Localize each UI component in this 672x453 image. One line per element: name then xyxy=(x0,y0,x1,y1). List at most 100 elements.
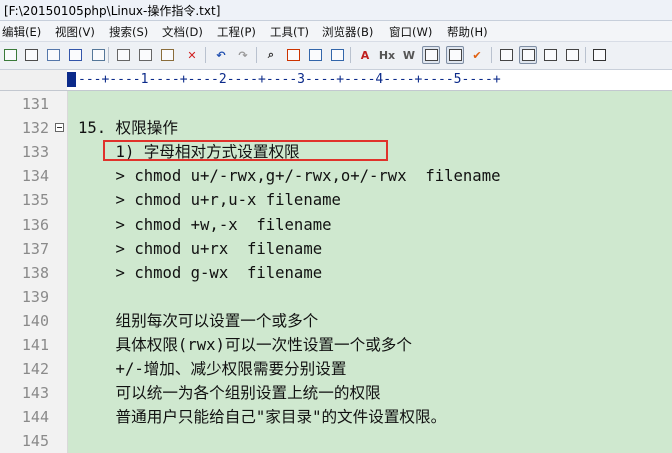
editor-line[interactable]: 145 xyxy=(0,429,672,453)
column-mode-icon[interactable] xyxy=(446,46,464,64)
menu-item-4[interactable]: 工程(P) xyxy=(217,24,256,40)
menu-item-1[interactable]: 视图(V) xyxy=(55,24,95,40)
editor-line[interactable]: 135 > chmod u+r,u-x filename xyxy=(0,188,672,212)
line-number: 143 xyxy=(21,384,49,403)
font-icon-glyph: A xyxy=(360,48,370,62)
editor-line[interactable]: 131 xyxy=(0,92,672,116)
toolbar-separator xyxy=(585,47,586,63)
line-number: 137 xyxy=(21,239,49,258)
replace-icon-shape xyxy=(286,49,300,61)
editor-line[interactable]: 132 15. 权限操作 xyxy=(0,116,672,140)
toolbar-separator xyxy=(350,47,351,63)
line-number: 134 xyxy=(21,167,49,186)
ruler-text: ---+----1----+----2----+----3----+----4-… xyxy=(78,72,501,87)
paste-icon-shape xyxy=(160,49,174,61)
checkmark-icon[interactable]: ✔ xyxy=(468,46,486,64)
menu-item-6[interactable]: 浏览器(B) xyxy=(322,24,373,40)
editor-line[interactable]: 133 1) 字母相对方式设置权限 xyxy=(0,140,672,164)
editor-line[interactable]: 139 xyxy=(0,285,672,309)
output-window-icon-shape xyxy=(565,49,579,61)
line-number: 142 xyxy=(21,360,49,379)
page-setup-icon-shape xyxy=(91,49,105,61)
editor-line[interactable]: 140 组别每次可以设置一个或多个 xyxy=(0,309,672,333)
redo-icon-glyph: ↷ xyxy=(238,48,248,62)
redo-icon[interactable]: ↷ xyxy=(234,46,252,64)
line-number: 141 xyxy=(21,336,49,354)
line-number-icon-shape xyxy=(424,49,438,61)
fold-toggle-icon[interactable] xyxy=(55,123,64,133)
print-icon[interactable] xyxy=(22,46,40,64)
undo-icon[interactable]: ↶ xyxy=(212,46,230,64)
font-icon[interactable]: A xyxy=(356,46,374,64)
hex-icon-glyph: Hx xyxy=(378,48,396,62)
help-pointer-icon-shape xyxy=(592,49,606,61)
toolbar-separator xyxy=(491,47,492,63)
save-icon-shape xyxy=(3,49,17,61)
goto-icon[interactable] xyxy=(306,46,324,64)
cut-icon-shape xyxy=(116,49,130,61)
editor-line[interactable]: 141 具体权限(rwx)可以一次性设置一个或多个 xyxy=(0,333,672,357)
toolbar-separator xyxy=(205,47,206,63)
line-text: 普通用户只能给自己"家目录"的文件设置权限。 xyxy=(78,408,447,427)
hex-icon[interactable]: Hx xyxy=(378,46,396,64)
line-text: 具体权限(rwx)可以一次性设置一个或多个 xyxy=(78,336,412,354)
line-text: > chmod u+rx filename xyxy=(78,239,323,258)
copy-icon-shape xyxy=(138,49,152,61)
toolbar-separator xyxy=(108,47,109,63)
menu-item-0[interactable]: 编辑(E) xyxy=(2,24,41,40)
delete-icon-glyph: ✕ xyxy=(187,48,197,62)
editor-line[interactable]: 138 > chmod g-wx filename xyxy=(0,261,672,285)
editor-line[interactable]: 137 > chmod u+rx filename xyxy=(0,237,672,261)
help-pointer-icon[interactable] xyxy=(590,46,608,64)
menu-item-2[interactable]: 搜索(S) xyxy=(109,24,148,40)
replace-icon[interactable] xyxy=(284,46,302,64)
find-icon[interactable]: ⌕ xyxy=(262,46,280,64)
line-number: 144 xyxy=(21,408,49,427)
output-window-icon[interactable] xyxy=(563,46,581,64)
wordwrap-icon[interactable]: W xyxy=(400,46,418,64)
indent-icon-shape xyxy=(330,49,344,61)
toolbar-separator xyxy=(256,47,257,63)
editor-line[interactable]: 143 可以统一为各个组别设置上统一的权限 xyxy=(0,381,672,405)
line-text: 组别每次可以设置一个或多个 xyxy=(78,311,319,330)
cut-icon[interactable] xyxy=(114,46,132,64)
editor-line[interactable]: 134 > chmod u+/-rwx,g+/-rwx,o+/-rwx file… xyxy=(0,164,672,188)
column-ruler: ---+----1----+----2----+----3----+----4-… xyxy=(0,70,672,91)
menu-item-7[interactable]: 窗口(W) xyxy=(389,24,432,40)
line-text: 可以统一为各个组别设置上统一的权限 xyxy=(78,384,381,403)
window-list-icon[interactable] xyxy=(541,46,559,64)
editor-line[interactable]: 142 +/-增加、减少权限需要分别设置 xyxy=(0,357,672,381)
text-editor[interactable]: 131 132 15. 权限操作 133 1) 字母相对方式设置权限 134 > chm… xyxy=(0,91,672,453)
line-text: > chmod g-wx filename xyxy=(78,263,323,282)
menu-bar: 编辑(E) 视图(V) 搜索(S) 文档(D) 工程(P) 工具(T) 浏览器(B) 窗口(W… xyxy=(0,21,672,42)
page-setup-icon[interactable] xyxy=(89,46,107,64)
line-number: 140 xyxy=(21,311,49,330)
caret-column-marker xyxy=(67,72,76,87)
delete-icon[interactable]: ✕ xyxy=(183,46,201,64)
goto-icon-shape xyxy=(308,49,322,61)
print-preview-icon[interactable] xyxy=(44,46,62,64)
paste-icon[interactable] xyxy=(158,46,176,64)
split-view-icon[interactable] xyxy=(519,46,537,64)
line-number: 139 xyxy=(21,287,49,306)
indent-icon[interactable] xyxy=(328,46,346,64)
editor-line[interactable]: 144 普通用户只能给自己"家目录"的文件设置权限。 xyxy=(0,405,672,429)
copy-icon[interactable] xyxy=(136,46,154,64)
menu-item-5[interactable]: 工具(T) xyxy=(270,24,309,40)
line-number: 135 xyxy=(21,191,49,210)
editor-line[interactable]: 136 > chmod +w,-x filename xyxy=(0,213,672,237)
line-text: 15. 权限操作 xyxy=(78,119,178,138)
line-text: > chmod u+/-rwx,g+/-rwx,o+/-rwx filename xyxy=(78,167,501,186)
print-icon-shape xyxy=(24,49,38,61)
panel-icon[interactable] xyxy=(497,46,515,64)
line-number: 138 xyxy=(21,263,49,282)
line-number-icon[interactable] xyxy=(422,46,440,64)
save-icon[interactable] xyxy=(1,46,19,64)
title-bar: [F:\20150105php\Linux-操作指令.txt] xyxy=(0,0,672,21)
menu-item-8[interactable]: 帮助(H) xyxy=(447,24,488,40)
spellcheck-icon[interactable] xyxy=(66,46,84,64)
menu-item-3[interactable]: 文档(D) xyxy=(162,24,203,40)
line-text: > chmod u+r,u-x filename xyxy=(78,191,341,210)
line-number: 133 xyxy=(21,143,49,162)
print-preview-icon-shape xyxy=(46,49,60,61)
